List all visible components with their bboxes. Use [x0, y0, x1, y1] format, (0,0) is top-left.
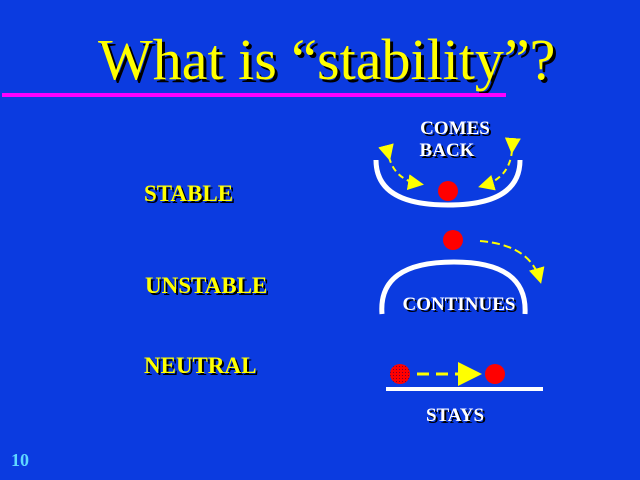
caption-stable-line1: COMES [420, 118, 490, 139]
neutral-ball-start [390, 364, 410, 384]
caption-stable: COMES BACK [405, 118, 505, 162]
caption-stable-line2: BACK [419, 140, 475, 161]
stable-ball [438, 181, 458, 201]
stability-diagram [373, 137, 545, 391]
neutral-ball-end [485, 364, 505, 384]
unstable-ball [443, 230, 463, 250]
slide-number: 10 [11, 450, 29, 470]
caption-unstable: CONTINUES [402, 294, 516, 315]
caption-neutral: STAYS [425, 405, 485, 426]
